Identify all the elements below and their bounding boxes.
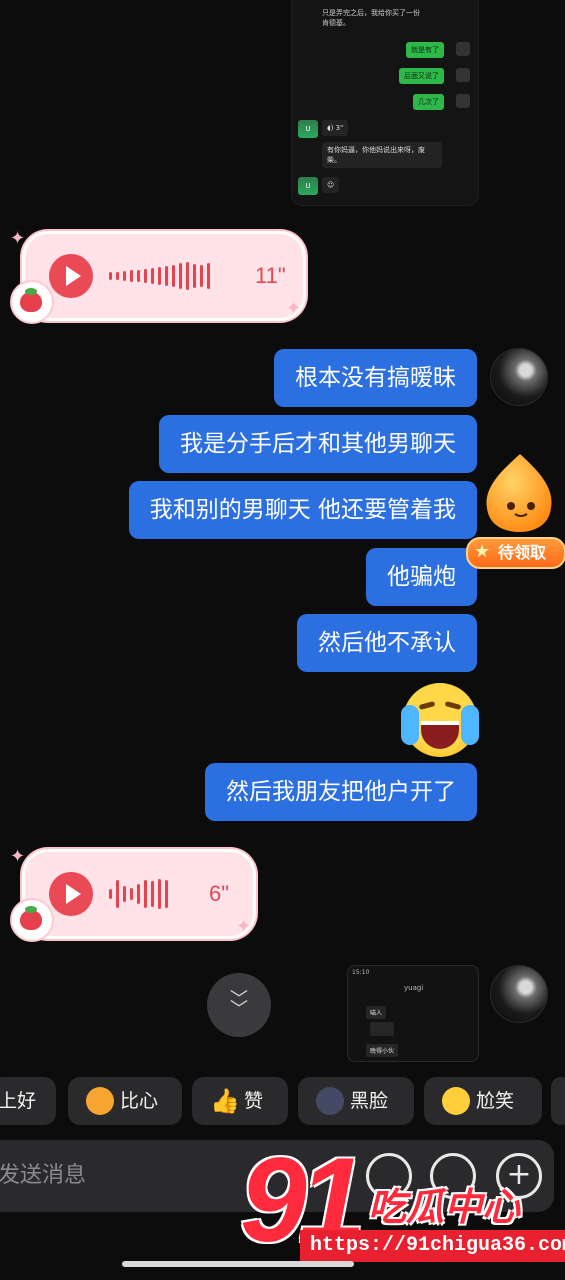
crying-emoji[interactable] xyxy=(401,683,479,757)
shot-emoji-bubble: ☺ xyxy=(322,177,340,193)
quick-reply-chip[interactable]: 比心 xyxy=(68,1077,182,1125)
embedded-screenshot[interactable]: 只是弄完之后，我给你买了一份 肯德基。 就是有了 后面又说了 几次了 U ◖) … xyxy=(292,0,478,205)
shot-avatar xyxy=(456,68,470,82)
shot-avatar xyxy=(456,94,470,108)
sparkle-icon: ✦ xyxy=(236,916,252,937)
waveform-icon xyxy=(109,876,168,912)
message-bubble[interactable]: 然后他不承认 xyxy=(297,614,477,672)
reward-badge-label: 待领取 xyxy=(498,543,547,562)
quick-reply-chip[interactable]: 尬笑 xyxy=(424,1077,542,1125)
voice-message[interactable]: 6" xyxy=(22,849,256,939)
chip-label: 上好 xyxy=(0,1090,37,1112)
quick-reply-chip[interactable]: 👍 赞 xyxy=(192,1077,288,1125)
sparkle-icon: ✦ xyxy=(286,298,302,319)
chevron-down-icon: ﹀ xyxy=(230,999,248,1020)
shot-voice-duration: 3" xyxy=(335,124,344,132)
message-bubble[interactable]: 根本没有搞暧昧 xyxy=(274,349,477,407)
shot-avatar: U xyxy=(298,177,318,195)
scroll-to-bottom-button[interactable]: ﹀ ﹀ xyxy=(207,973,271,1037)
play-icon[interactable] xyxy=(49,872,93,916)
message-bubble[interactable]: 我和别的男聊天 他还要管着我 xyxy=(128,481,477,539)
voice-duration: 11" xyxy=(255,263,286,288)
message-bubble[interactable]: 他骗炮 xyxy=(366,548,477,606)
shot-sent-bubble: 后面又说了 xyxy=(399,68,444,84)
chip-label: 黑脸 xyxy=(350,1090,389,1112)
dark-face-icon xyxy=(316,1087,344,1115)
avatar[interactable] xyxy=(490,348,548,406)
chip-label: 赞 xyxy=(244,1090,264,1112)
reward-badge[interactable]: ★ 待领取 xyxy=(466,537,565,569)
shot-text-line: 有你妈逼，你他妈说出来呀，废 xyxy=(327,146,425,154)
avatar[interactable] xyxy=(490,965,548,1023)
shot-image-bubble xyxy=(370,1022,394,1036)
quick-reply-chip[interactable] xyxy=(551,1077,565,1125)
chip-label: 比心 xyxy=(120,1090,159,1112)
message-input[interactable]: 发送消息 xyxy=(0,1140,86,1212)
voice-message[interactable]: 11" xyxy=(22,231,306,321)
sound-icon: ◖) xyxy=(327,124,334,132)
quick-reply-chip[interactable]: 上好 xyxy=(0,1077,56,1125)
grin-emoji-icon: ☺ xyxy=(327,181,335,189)
heart-hands-icon xyxy=(86,1087,114,1115)
shot-received-bubble: 有你妈逼，你他妈说出来呀，废 柴。 xyxy=(322,142,442,168)
shot-sent-bubble: 就是有了 xyxy=(406,42,444,58)
shot-status-time: 15:10 xyxy=(352,969,370,976)
shot-sent-bubble: 几次了 xyxy=(413,94,444,110)
shot-chat-name: yuagi xyxy=(404,984,424,992)
sparkle-icon: ✦ xyxy=(10,846,26,867)
watermark-url: https://91chigua36.com xyxy=(300,1230,565,1262)
thumbs-up-icon: 👍 xyxy=(210,1087,240,1115)
message-bubble[interactable]: 我是分手后才和其他男聊天 xyxy=(159,415,477,473)
shot-avatar: U xyxy=(298,120,318,138)
play-icon[interactable] xyxy=(49,254,93,298)
awkward-smile-icon xyxy=(442,1087,470,1115)
waveform-icon xyxy=(109,258,210,294)
quick-reply-chip[interactable]: 黑脸 xyxy=(298,1077,414,1125)
mascot-icon xyxy=(486,454,552,532)
voice-duration: 6" xyxy=(209,881,230,906)
shot-text-line: 只是弄完之后，我给你买了一份 xyxy=(322,9,420,17)
embedded-screenshot[interactable]: 15:10 yuagi 喵人 晚得小伙 xyxy=(347,965,479,1062)
shot-voice-bubble: ◖) 3" xyxy=(322,120,349,136)
shot-text-line: 柴。 xyxy=(327,156,341,164)
strawberry-icon xyxy=(10,898,54,942)
shot-avatar xyxy=(456,42,470,56)
sparkle-icon: ✦ xyxy=(10,228,26,249)
reward-mascot[interactable] xyxy=(477,450,563,536)
shot-received-bubble: 喵人 xyxy=(366,1006,387,1019)
star-icon: ★ xyxy=(474,541,491,562)
message-bubble[interactable]: 然后我朋友把他户开了 xyxy=(205,763,477,821)
shot-text-line: 肯德基。 xyxy=(322,19,350,27)
strawberry-icon xyxy=(10,280,54,324)
shot-received-bubble: 晚得小伙 xyxy=(366,1044,399,1057)
watermark-name: 吃瓜中心 xyxy=(368,1185,521,1229)
chip-label: 尬笑 xyxy=(476,1090,515,1112)
home-indicator[interactable] xyxy=(122,1261,354,1267)
